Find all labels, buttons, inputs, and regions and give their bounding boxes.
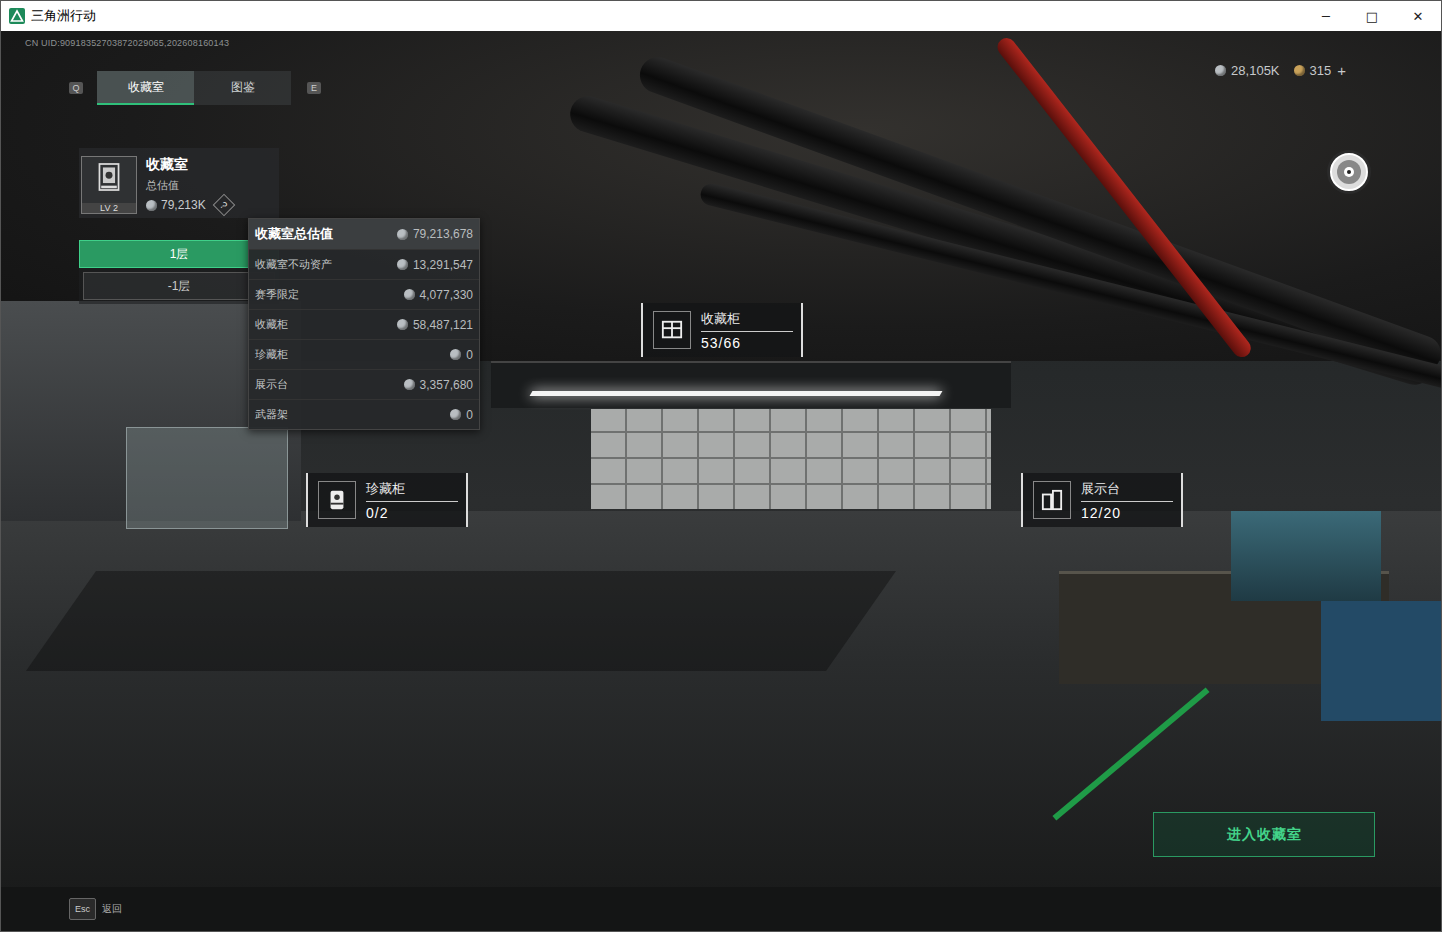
tooltip-title: 收藏室总估值 [255,225,333,243]
hotspot-count: 53/66 [701,332,793,351]
tooltip-row-label: 展示台 [255,377,288,392]
room-badge: LV 2 [81,156,137,214]
esc-key-hint[interactable]: Esc [69,898,96,920]
tooltip-row-value: 3,357,680 [404,378,473,392]
coin-icon [1294,65,1305,76]
display-case-icon [96,161,122,193]
coin-icon [397,229,408,240]
teal-crate [1231,511,1381,601]
hotspot-info: 收藏柜53/66 [701,310,793,351]
tooltip-row-value: 13,291,547 [397,258,473,272]
game-window: 三角洲行动─□✕CN UID:90918352703872029065,2026… [0,0,1442,932]
hotspot[interactable]: 收藏柜53/66 [641,303,803,357]
coin-icon [450,349,461,360]
window-title: 三角洲行动 [31,7,96,25]
tooltip-row: 收藏柜 58,487,121 [249,309,479,339]
music-disc-button[interactable] [1327,150,1371,194]
tab[interactable]: 图鉴 [194,71,291,105]
hotspot-name: 收藏柜 [701,310,793,332]
disc-icon [1329,152,1369,192]
coin-icon [397,259,408,270]
hotspot-count: 12/20 [1081,502,1173,521]
coin-icon [404,379,415,390]
vault-icon [326,489,348,511]
hotspot-badge [653,311,691,349]
tooltip-row: 收藏室不动资产 13,291,547 [249,249,479,279]
display-wall [591,409,991,509]
tooltip-row-value: 0 [450,408,473,422]
tooltip-total: 79,213,678 [397,227,473,241]
tooltip-row-label: 珍藏柜 [255,347,288,362]
tooltip-row-value: 4,077,330 [404,288,473,302]
window-control-button[interactable]: □ [1349,1,1395,31]
cabinet-icon [661,319,683,341]
coin-icon [146,200,157,211]
back-label[interactable]: 返回 [102,902,122,916]
hotspot[interactable]: 珍藏柜0/2 [306,473,468,527]
floor-button[interactable]: -1层 [83,272,275,300]
tooltip-header: 收藏室总估值 79,213,678 [249,219,479,249]
tooltip-row: 武器架 0 [249,399,479,429]
room-card: LV 2 收藏室总估值 79,213K? [79,148,279,218]
hotspot-info: 展示台12/20 [1081,480,1173,521]
tooltip-row-label: 赛季限定 [255,287,299,302]
room-subtitle: 总估值 [146,178,232,193]
coin-icon [404,289,415,300]
delta-logo-icon [9,8,25,24]
hotspot-name: 展示台 [1081,480,1173,502]
tooltip-row-value: 58,487,121 [397,318,473,332]
tooltip-row: 赛季限定 4,077,330 [249,279,479,309]
next-key-hint: E [307,82,321,94]
room-title: 收藏室 [146,156,232,174]
enter-room-button[interactable]: 进入收藏室 [1153,812,1375,857]
tooltip-row: 珍藏柜 0 [249,339,479,369]
footer-bar: Esc 返回 [1,887,1441,931]
tooltip-row: 展示台 3,357,680 [249,369,479,399]
currency-bar: 28,105K 315 + [1215,62,1346,79]
window-control-button[interactable]: ─ [1303,1,1349,31]
room-value-text: 79,213K [161,198,206,212]
currency-item: 28,105K [1215,63,1279,78]
room-value: 79,213K? [146,197,232,213]
tooltip-row-value: 0 [450,348,473,362]
currency-item: 315 [1294,63,1332,78]
tab[interactable]: 收藏室 [97,71,194,105]
hotspot-badge [318,481,356,519]
tab-bar: Q 收藏室图鉴 E [67,71,321,105]
value-tooltip: 收藏室总估值 79,213,678 收藏室不动资产 13,291,547 赛季限定 4,0… [248,218,480,430]
help-icon[interactable]: ? [212,194,235,217]
window-control-button[interactable]: ✕ [1395,1,1441,31]
title-bar: 三角洲行动 ─□✕ [1,1,1441,31]
floor-pit [26,571,896,671]
tooltip-row-label: 收藏柜 [255,317,288,332]
room-level: LV 2 [82,203,136,213]
hotspot-name: 珍藏柜 [366,480,458,502]
window-controls: ─□✕ [1303,1,1441,31]
add-currency-button[interactable]: + [1337,62,1346,79]
room-info: 收藏室总估值 79,213K? [146,156,232,214]
hotspot-badge [1033,481,1071,519]
coin-icon [1215,65,1226,76]
hotspot-info: 珍藏柜0/2 [366,480,458,521]
balcony [491,361,1011,408]
hotspot-count: 0/2 [366,502,458,521]
prev-key-hint: Q [69,82,83,94]
hotspot[interactable]: 展示台12/20 [1021,473,1183,527]
coin-icon [397,319,408,330]
stand-icon [1041,489,1063,511]
collection-room-scene: CN UID:90918352703872029065,202608160143… [1,31,1441,887]
coin-icon [450,409,461,420]
uid-text: CN UID:90918352703872029065,202608160143 [25,38,229,48]
glass-case [126,427,288,529]
light-strip [530,391,943,396]
tooltip-row-label: 武器架 [255,407,288,422]
lockers [1321,601,1441,721]
tooltip-row-label: 收藏室不动资产 [255,257,332,272]
